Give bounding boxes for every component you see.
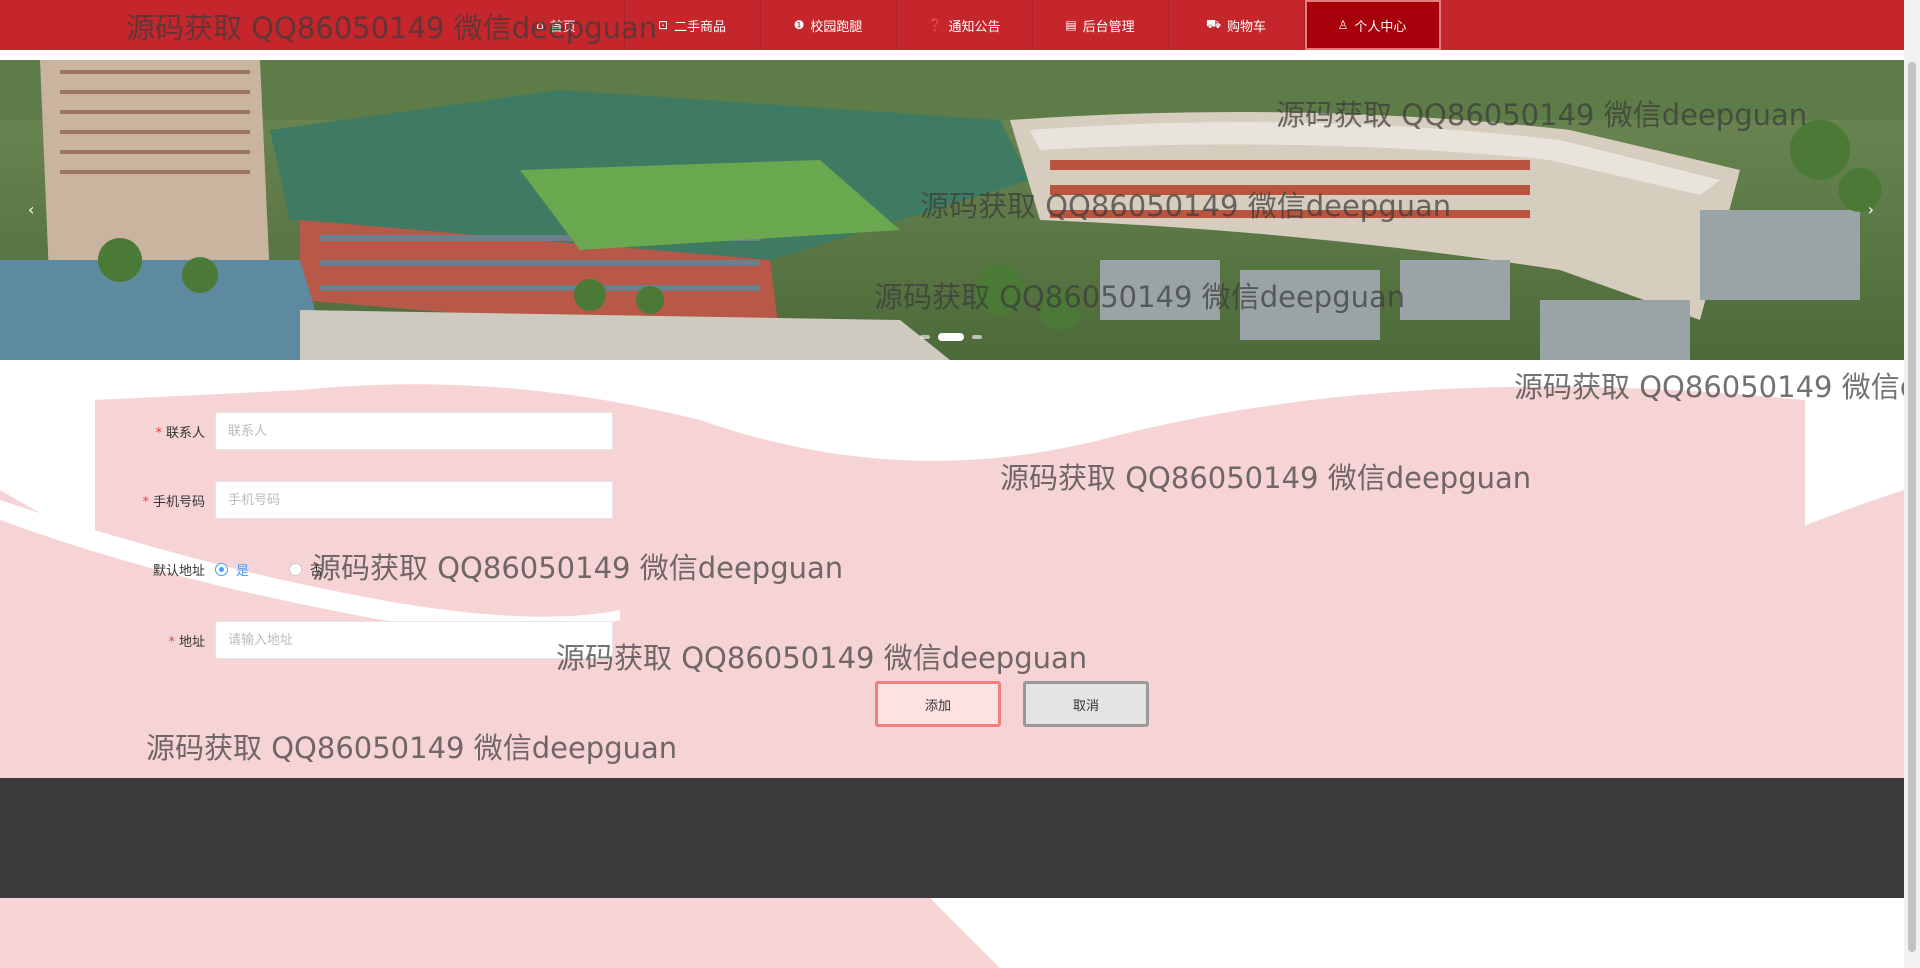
banner-indicators <box>920 333 982 341</box>
nav-item-cart[interactable]: ⛟ 购物车 <box>1169 0 1305 50</box>
phone-row: * 手机号码 <box>95 481 613 519</box>
required-mark: * <box>142 494 149 510</box>
radio-yes-circle[interactable] <box>215 563 228 576</box>
address-label: * 地址 <box>95 631 215 650</box>
nav-item-profile[interactable]: ♙ 个人中心 <box>1304 0 1441 50</box>
nav-item-label: 通知公告 <box>948 19 1001 35</box>
nav-item-label: 个人中心 <box>1354 19 1407 35</box>
contact-label-text: 联系人 <box>165 425 205 441</box>
radio-no-circle[interactable] <box>289 563 303 576</box>
address-label-text: 地址 <box>178 634 205 650</box>
contact-input[interactable] <box>215 412 613 450</box>
nav-items: ⌂ 首页 ⊡ 二手商品 ❶ 校园跑腿 ❓ 通知公告 ▤ 后台管理 ⛟ 购物车 ♙… <box>489 0 1441 50</box>
user-icon: ♙ <box>1337 18 1349 32</box>
nav-item-label: 购物车 <box>1227 19 1267 35</box>
nav-item-label: 校园跑腿 <box>810 19 863 35</box>
required-mark: * <box>155 425 162 441</box>
nav-item-admin[interactable]: ▤ 后台管理 <box>1033 0 1169 50</box>
nav-item-label: 后台管理 <box>1082 19 1135 35</box>
radio-no[interactable]: 否 <box>289 560 323 579</box>
scrollbar[interactable] <box>1904 0 1920 968</box>
cancel-button[interactable]: 取消 <box>1023 681 1149 727</box>
radio-yes-label: 是 <box>236 564 250 579</box>
clipboard-icon: ▤ <box>1065 18 1077 32</box>
bottom-wave <box>0 898 1904 968</box>
contact-label: * 联系人 <box>95 422 215 441</box>
contact-row: * 联系人 <box>95 412 613 450</box>
phone-label-text: 手机号码 <box>152 494 205 510</box>
nav-spacer <box>0 50 1904 60</box>
bag-icon: ⊡ <box>657 18 669 32</box>
campus-banner-image <box>0 60 1904 360</box>
nav-item-secondhand[interactable]: ⊡ 二手商品 <box>625 0 761 50</box>
banner-prev-arrow[interactable]: ‹ <box>28 200 34 219</box>
banner-next-arrow[interactable]: › <box>1868 200 1874 219</box>
question-icon: ❓ <box>927 18 943 32</box>
default-address-row: 默认地址 是 否 <box>95 560 363 579</box>
default-address-label: 默认地址 <box>152 564 205 579</box>
banner-indicator-active[interactable] <box>938 333 964 341</box>
nav-item-errand[interactable]: ❶ 校园跑腿 <box>761 0 897 50</box>
phone-input[interactable] <box>215 481 613 519</box>
banner-indicator[interactable] <box>920 335 930 339</box>
phone-label: * 手机号码 <box>95 491 215 510</box>
nav-item-label: 二手商品 <box>674 19 727 35</box>
required-mark: * <box>168 634 175 650</box>
address-input[interactable] <box>215 621 613 659</box>
info-icon: ❶ <box>793 18 805 32</box>
cart-icon: ⛟ <box>1205 17 1222 31</box>
radio-no-label: 否 <box>310 564 324 579</box>
footer <box>0 778 1904 898</box>
add-button[interactable]: 添加 <box>875 681 1001 727</box>
banner-carousel: ‹ › <box>0 60 1904 360</box>
banner-indicator[interactable] <box>972 335 982 339</box>
address-row: * 地址 <box>95 621 613 659</box>
radio-yes[interactable]: 是 <box>215 560 249 579</box>
nav-item-label: 首页 <box>549 19 576 35</box>
top-nav: ⌂ 首页 ⊡ 二手商品 ❶ 校园跑腿 ❓ 通知公告 ▤ 后台管理 ⛟ 购物车 ♙… <box>0 0 1904 50</box>
nav-item-home[interactable]: ⌂ 首页 <box>489 0 625 50</box>
nav-item-notice[interactable]: ❓ 通知公告 <box>897 0 1033 50</box>
scrollbar-thumb[interactable] <box>1908 62 1916 952</box>
home-icon: ⌂ <box>536 18 544 32</box>
